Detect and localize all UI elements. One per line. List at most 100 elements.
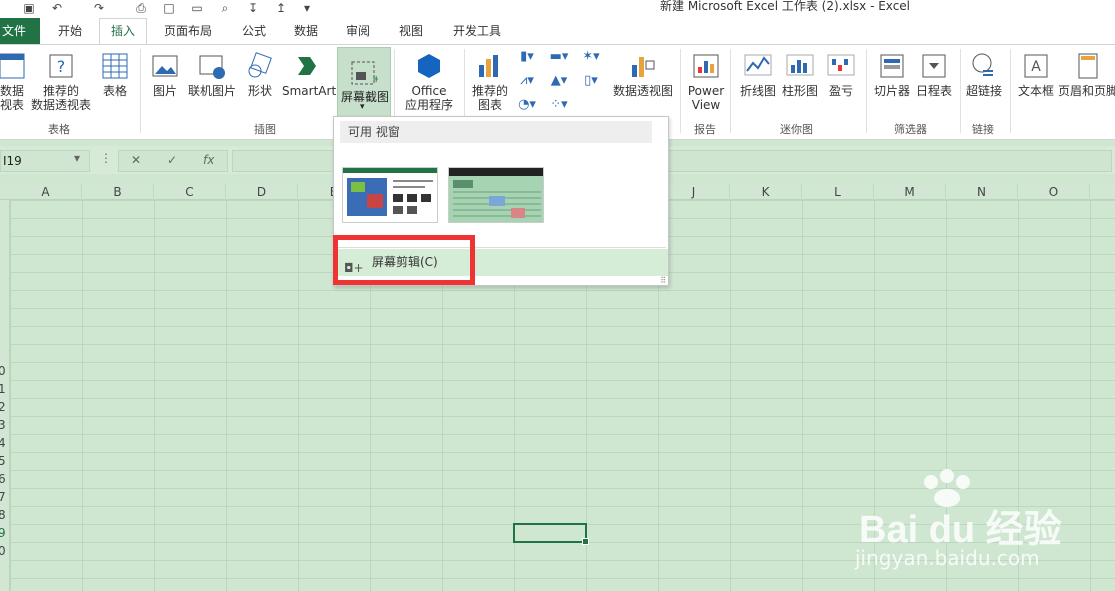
group-links-label: 链接 <box>972 123 994 136</box>
power-view-label-1: Power <box>687 84 725 98</box>
tab-formulas[interactable]: 公式 <box>242 22 266 39</box>
cancel-icon[interactable]: ✕ <box>131 153 141 167</box>
picture-button[interactable]: 图片 <box>148 51 182 98</box>
column-chart-icon[interactable]: ▮▾ <box>514 49 540 67</box>
row-header[interactable]: 5 <box>0 454 6 468</box>
row-header[interactable]: 3 <box>0 418 6 432</box>
column-header[interactable]: C <box>154 184 226 200</box>
row-header-active[interactable]: 9 <box>0 526 6 540</box>
timeline-label: 日程表 <box>915 84 952 98</box>
screenshot-label: 屏幕截图 <box>340 90 389 104</box>
tab-file[interactable]: 文件 <box>0 18 40 44</box>
header-footer-button[interactable]: 页眉和页脚 <box>1058 51 1115 98</box>
selected-cell[interactable] <box>513 523 589 545</box>
group-tables-label: 表格 <box>48 123 70 136</box>
sparkline-line-icon <box>744 54 772 76</box>
sparkline-line-label: 折线图 <box>739 84 776 98</box>
pie-chart-icon[interactable]: ◔▾ <box>514 97 540 115</box>
line-chart-icon[interactable]: ⩘▾ <box>514 73 540 91</box>
row-header[interactable]: 2 <box>0 400 6 414</box>
more-icon: ⋮ <box>100 151 112 165</box>
recommended-pivot-button[interactable]: ? 推荐的 数据透视表 <box>30 51 92 112</box>
tab-data[interactable]: 数据 <box>294 22 318 39</box>
tab-view[interactable]: 视图 <box>399 22 423 39</box>
hyperlink-button[interactable]: 超链接 <box>964 51 1004 98</box>
chart-types-row-1: ▮▾ ▬▾ ✶▾ <box>514 49 604 67</box>
smartart-button[interactable]: SmartArt <box>282 51 336 98</box>
stock-chart-icon[interactable]: ▯▾ <box>578 73 604 91</box>
column-header[interactable]: L <box>802 184 874 200</box>
window-thumbnail[interactable] <box>448 167 544 223</box>
sparkline-column-label: 柱形图 <box>781 84 818 98</box>
hyperlink-icon <box>972 53 993 76</box>
row-header[interactable]: 4 <box>0 436 6 450</box>
area-chart-icon[interactable]: ▲▾ <box>546 73 572 91</box>
online-picture-button[interactable]: 联机图片 <box>186 51 238 98</box>
new-file-icon[interactable]: □ <box>162 1 176 15</box>
column-header[interactable]: N <box>946 184 1018 200</box>
sparkline-column-button[interactable]: 柱形图 <box>780 51 820 98</box>
row-header[interactable]: 1 <box>0 382 6 396</box>
row-header[interactable]: 6 <box>0 472 6 486</box>
insert-function-icon[interactable]: fx <box>203 153 214 167</box>
table-icon <box>102 53 128 79</box>
customize-qat-icon[interactable]: ▾ <box>300 1 314 15</box>
sparkline-winloss-label: 盈亏 <box>828 84 853 98</box>
scatter-chart-icon[interactable]: ⁘▾ <box>546 97 572 115</box>
pivot-table-icon <box>0 53 25 79</box>
open-file-icon[interactable]: ▭ <box>190 1 204 15</box>
column-header[interactable]: O <box>1018 184 1090 200</box>
sort-asc-icon[interactable]: ↧ <box>246 1 260 15</box>
tab-developer[interactable]: 开发工具 <box>453 22 501 39</box>
tab-review[interactable]: 审阅 <box>346 22 370 39</box>
zoom-icon[interactable]: ⌕ <box>218 1 232 15</box>
resize-grip-icon[interactable]: ⠿ <box>660 276 666 285</box>
shapes-button[interactable]: 形状 <box>244 51 276 98</box>
sparkline-line-button[interactable]: 折线图 <box>738 51 778 98</box>
column-header[interactable]: B <box>82 184 154 200</box>
column-header[interactable]: M <box>874 184 946 200</box>
slicer-label: 切片器 <box>873 84 910 98</box>
tab-insert[interactable]: 插入 <box>99 18 147 45</box>
timeline-icon <box>922 54 946 78</box>
radar-chart-icon[interactable]: ✶▾ <box>578 49 604 67</box>
column-header[interactable]: K <box>730 184 802 200</box>
ribbon-tabs: 文件 开始 插入 页面布局 公式 数据 审阅 视图 开发工具 <box>0 18 1115 45</box>
name-box-dropdown-icon[interactable]: ▾ <box>74 151 80 165</box>
pivot-chart-button[interactable]: 数据透视图 <box>610 51 676 98</box>
undo-icon[interactable]: ↶ <box>50 1 64 15</box>
recommended-pivot-icon: ? <box>49 54 73 78</box>
quick-access-toolbar: ▣ ↶ ↷ ⎙ □ ▭ ⌕ ↧ ↥ ▾ 新建 Microsoft Excel 工… <box>0 0 1115 18</box>
save-icon[interactable]: ▣ <box>22 1 36 15</box>
row-header[interactable]: 0 <box>0 544 6 558</box>
row-headers: 0 1 2 3 4 5 6 7 8 9 0 <box>0 200 10 591</box>
annotation-highlight-box <box>333 235 475 285</box>
table-button[interactable]: 表格 <box>98 51 132 98</box>
sort-desc-icon[interactable]: ↥ <box>274 1 288 15</box>
watermark-logo: Bai du 经验 <box>859 509 1062 551</box>
enter-icon[interactable]: ✓ <box>167 153 177 167</box>
office-apps-button[interactable]: Office 应用程序 <box>398 51 460 112</box>
office-store-icon <box>418 54 440 78</box>
redo-icon[interactable]: ↷ <box>92 1 106 15</box>
column-header[interactable]: A <box>10 184 82 200</box>
group-reports-label: 报告 <box>694 123 716 136</box>
formula-buttons: ✕ ✓ fx <box>118 150 228 172</box>
row-header[interactable]: 0 <box>0 364 6 378</box>
row-header[interactable]: 8 <box>0 508 6 522</box>
slicer-icon <box>880 54 904 78</box>
tab-home[interactable]: 开始 <box>58 22 82 39</box>
print-preview-icon[interactable]: ⎙ <box>134 1 148 15</box>
bar-chart-icon[interactable]: ▬▾ <box>546 49 572 67</box>
power-view-button[interactable]: Power View <box>686 51 726 112</box>
window-thumbnail[interactable] <box>342 167 438 223</box>
pivot-table-button[interactable]: 数据 视表 <box>0 51 28 112</box>
row-header[interactable]: 7 <box>0 490 6 504</box>
sparkline-winloss-button[interactable]: 盈亏 <box>824 51 858 98</box>
tab-page-layout[interactable]: 页面布局 <box>164 22 212 39</box>
recommended-charts-button[interactable]: 推荐的 图表 <box>470 51 510 112</box>
textbox-button[interactable]: A 文本框 <box>1016 51 1056 98</box>
timeline-button[interactable]: 日程表 <box>914 51 954 98</box>
slicer-button[interactable]: 切片器 <box>872 51 912 98</box>
column-header[interactable]: D <box>226 184 298 200</box>
